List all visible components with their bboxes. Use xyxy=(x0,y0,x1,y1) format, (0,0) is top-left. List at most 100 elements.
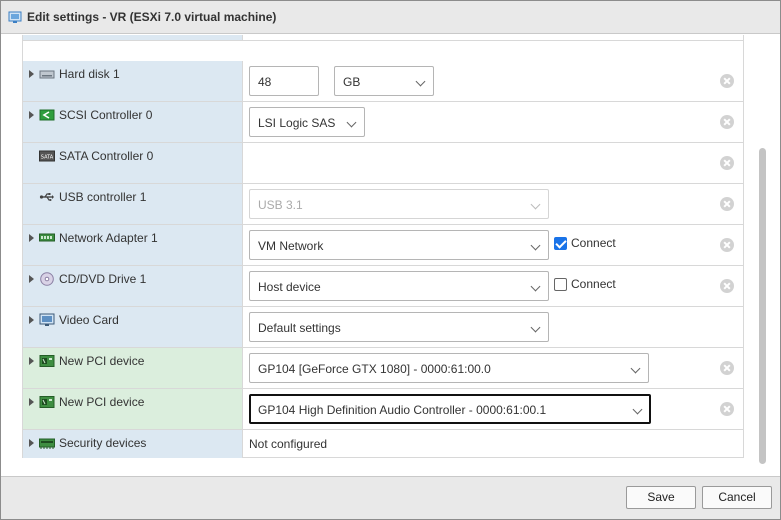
row-label-cell: SATA SATA Controller 0 xyxy=(23,143,243,183)
table-row-partial xyxy=(23,35,743,41)
row-label-cell[interactable]: Network Adapter 1 xyxy=(23,225,243,265)
pci-device-select-audio[interactable]: GP104 High Definition Audio Controller -… xyxy=(249,394,651,424)
row-label-cell[interactable]: New PCI device xyxy=(23,389,243,429)
title-bar: Edit settings - VR (ESXi 7.0 virtual mac… xyxy=(1,1,780,34)
dialog-footer: Save Cancel xyxy=(1,476,780,519)
edit-settings-dialog: Edit settings - VR (ESXi 7.0 virtual mac… xyxy=(0,0,781,520)
remove-device-icon[interactable] xyxy=(720,197,734,211)
remove-device-icon[interactable] xyxy=(720,279,734,293)
table-row-new-pci-device: New PCI device GP104 [GeForce GTX 1080] … xyxy=(23,348,743,389)
scsi-controller-icon xyxy=(39,109,55,121)
remove-device-icon[interactable] xyxy=(720,361,734,375)
network-select[interactable]: VM Network xyxy=(249,230,549,260)
security-devices-icon xyxy=(39,438,55,449)
table-row-new-pci-device: New PCI device GP104 High Definition Aud… xyxy=(23,389,743,430)
cancel-button[interactable]: Cancel xyxy=(702,486,772,509)
expand-caret-icon[interactable] xyxy=(29,357,34,365)
cd-dvd-connect-label[interactable]: Connect xyxy=(571,277,616,291)
chevron-down-icon xyxy=(530,240,541,251)
security-devices-value: Not configured xyxy=(249,437,328,451)
chevron-down-icon xyxy=(630,363,641,374)
row-label-cell[interactable]: Video Card xyxy=(23,307,243,347)
expand-caret-icon[interactable] xyxy=(29,111,34,119)
chevron-down-icon xyxy=(530,199,541,210)
cd-dvd-source-select[interactable]: Host device xyxy=(249,271,549,301)
network-adapter-icon xyxy=(39,233,55,242)
table-row-network-adapter: Network Adapter 1 VM Network Connect xyxy=(23,225,743,266)
vm-settings-icon xyxy=(8,11,22,23)
hard-disk-size-input[interactable]: 48 xyxy=(249,66,319,96)
scsi-type-select[interactable]: LSI Logic SAS xyxy=(249,107,365,137)
hard-disk-unit-select[interactable]: GB xyxy=(334,66,434,96)
remove-device-icon[interactable] xyxy=(720,115,734,129)
remove-device-icon[interactable] xyxy=(720,74,734,88)
chevron-down-icon xyxy=(346,117,357,128)
row-label-cell[interactable]: SCSI Controller 0 xyxy=(23,102,243,142)
video-settings-select[interactable]: Default settings xyxy=(249,312,549,342)
svg-text:SATA: SATA xyxy=(41,155,54,161)
row-label: CD/DVD Drive 1 xyxy=(59,272,147,286)
dialog-title: Edit settings - VR (ESXi 7.0 virtual mac… xyxy=(27,10,277,24)
select-value: Default settings xyxy=(258,321,341,335)
select-value: GP104 High Definition Audio Controller -… xyxy=(258,403,547,417)
select-value: VM Network xyxy=(258,239,324,253)
row-label: SCSI Controller 0 xyxy=(59,108,153,122)
table-row-sata-controller: SATA SATA Controller 0 xyxy=(23,143,743,184)
row-label: SATA Controller 0 xyxy=(59,149,154,163)
table-row-usb-controller: USB controller 1 USB 3.1 xyxy=(23,184,743,225)
network-connect-label[interactable]: Connect xyxy=(571,236,616,250)
remove-device-icon[interactable] xyxy=(720,238,734,252)
row-label-cell[interactable]: New PCI device xyxy=(23,348,243,388)
vertical-scrollbar[interactable] xyxy=(758,35,767,476)
row-label: New PCI device xyxy=(59,354,145,368)
input-value: 48 xyxy=(258,75,272,89)
chevron-down-icon xyxy=(530,281,541,292)
row-label: Hard disk 1 xyxy=(59,67,120,81)
expand-caret-icon[interactable] xyxy=(29,316,34,324)
expand-caret-icon[interactable] xyxy=(29,70,34,78)
sata-controller-icon: SATA xyxy=(39,150,55,162)
chevron-down-icon xyxy=(415,76,426,87)
select-value: Host device xyxy=(258,280,321,294)
remove-device-icon[interactable] xyxy=(720,402,734,416)
table-row-scsi-controller: SCSI Controller 0 LSI Logic SAS xyxy=(23,102,743,143)
table-row-hard-disk: Hard disk 1 48 GB xyxy=(23,61,743,102)
scrollbar-thumb[interactable] xyxy=(759,148,766,464)
expand-caret-icon[interactable] xyxy=(29,234,34,242)
table-row-video-card: Video Card Default settings xyxy=(23,307,743,348)
cd-dvd-icon xyxy=(40,272,54,286)
usb-version-select: USB 3.1 xyxy=(249,189,549,219)
remove-device-icon[interactable] xyxy=(720,156,734,170)
row-label: New PCI device xyxy=(59,395,145,409)
chevron-down-icon xyxy=(530,322,541,333)
row-label: Video Card xyxy=(59,313,119,327)
network-connect-checkbox[interactable] xyxy=(554,237,567,250)
select-value: GB xyxy=(343,75,361,89)
row-label-cell: USB controller 1 xyxy=(23,184,243,224)
pci-device-icon xyxy=(39,396,55,408)
row-label-cell[interactable]: Security devices xyxy=(23,430,243,458)
select-value: USB 3.1 xyxy=(258,198,303,212)
table-row-security-devices: Security devices Not configured xyxy=(23,430,743,458)
row-label: Network Adapter 1 xyxy=(59,231,158,245)
video-card-icon xyxy=(39,313,55,326)
select-value: LSI Logic SAS xyxy=(258,116,336,130)
expand-caret-icon[interactable] xyxy=(29,275,34,283)
expand-caret-icon[interactable] xyxy=(29,398,34,406)
row-label-cell[interactable]: Hard disk 1 xyxy=(23,61,243,101)
pci-device-icon xyxy=(39,355,55,367)
table-row-cd-dvd: CD/DVD Drive 1 Host device Connect xyxy=(23,266,743,307)
hard-disk-icon xyxy=(39,70,55,79)
chevron-down-icon xyxy=(632,404,643,415)
row-label: USB controller 1 xyxy=(59,190,147,204)
settings-content: Hard disk 1 48 GB SCSI Controller 0 LSI … xyxy=(1,35,780,476)
save-button[interactable]: Save xyxy=(626,486,696,509)
usb-icon xyxy=(39,193,54,201)
hardware-table: Hard disk 1 48 GB SCSI Controller 0 LSI … xyxy=(22,35,744,458)
cd-dvd-connect-checkbox[interactable] xyxy=(554,278,567,291)
row-label-cell[interactable]: CD/DVD Drive 1 xyxy=(23,266,243,306)
row-label: Security devices xyxy=(59,436,147,450)
select-value: GP104 [GeForce GTX 1080] - 0000:61:00.0 xyxy=(258,362,491,376)
pci-device-select-gpu[interactable]: GP104 [GeForce GTX 1080] - 0000:61:00.0 xyxy=(249,353,649,383)
expand-caret-icon[interactable] xyxy=(29,439,34,447)
